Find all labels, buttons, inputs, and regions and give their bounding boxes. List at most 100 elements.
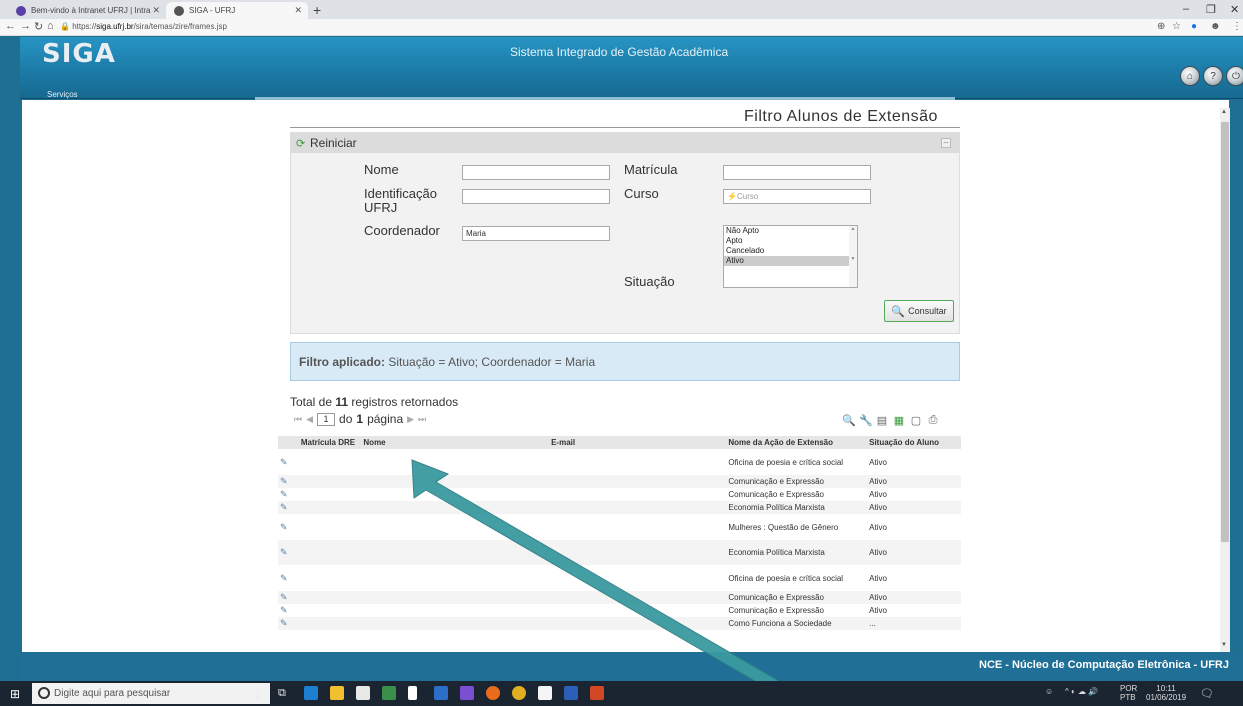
edge-icon[interactable] [304, 686, 318, 700]
app-icon[interactable] [564, 686, 578, 700]
view-icon[interactable]: ✎ [278, 449, 299, 475]
logout-icon[interactable]: ⏻ [1226, 66, 1243, 86]
services-menu[interactable]: Serviços [47, 90, 78, 99]
table-row[interactable]: ✎ Economia Política Marxista Ativo [278, 540, 961, 565]
situacao-option[interactable]: Não Apto [724, 226, 857, 236]
taskbar-search[interactable]: Digite aqui para pesquisar [32, 683, 270, 704]
curso-input[interactable]: ⚡Curso [723, 189, 871, 204]
mail-icon[interactable] [538, 686, 552, 700]
browser-tab-siga[interactable]: SIGA - UFRJ ✕ [166, 2, 308, 19]
page-scrollbar[interactable]: ▲ ▼ [1220, 108, 1230, 652]
file-explorer-icon[interactable] [330, 686, 344, 700]
app-icon[interactable] [382, 686, 396, 700]
clock[interactable]: 10:11 01/06/2019 [1146, 684, 1186, 702]
notepad-icon[interactable] [408, 686, 417, 700]
last-page-icon[interactable]: ⏭ [418, 414, 426, 425]
view-icon[interactable]: ✎ [278, 475, 299, 488]
menu-icon[interactable]: ⋮ [1232, 21, 1242, 32]
extension-icon[interactable]: ● [1191, 21, 1197, 32]
scroll-up-icon[interactable]: ▲ [1221, 109, 1227, 115]
photos-icon[interactable] [434, 686, 448, 700]
wrench-icon[interactable]: 🔧 [859, 414, 873, 427]
table-row[interactable]: ✎ Oficina de poesia e crítica social Ati… [278, 565, 961, 591]
view-icon[interactable]: ✎ [278, 617, 299, 630]
export-doc-icon[interactable]: ▢ [910, 414, 922, 427]
next-page-icon[interactable]: ▶ [407, 414, 414, 425]
reset-link[interactable]: Reiniciar [310, 136, 357, 150]
language-indicator[interactable]: POR PTB [1120, 684, 1137, 702]
firefox-icon[interactable] [486, 686, 500, 700]
tray-icons[interactable]: ^ ◐ ☁ 🔊 [1065, 687, 1098, 696]
view-icon[interactable]: ✎ [278, 591, 299, 604]
table-row[interactable]: ✎ Como Funciona a Sociedade ... [278, 617, 961, 630]
view-icon[interactable]: ✎ [278, 514, 299, 540]
identificacao-label-2: UFRJ [364, 200, 398, 215]
mic-icon[interactable]: 🎙 [250, 687, 264, 700]
column-header[interactable]: Nome da Ação de Extensão [726, 436, 868, 449]
close-window-icon[interactable]: ✕ [1230, 3, 1239, 16]
first-page-icon[interactable]: ⏮ [294, 414, 302, 425]
table-row[interactable]: ✎ Comunicação e Expressão Ativo [278, 591, 961, 604]
app-icon[interactable] [590, 686, 604, 700]
view-icon[interactable]: ✎ [278, 540, 299, 565]
table-row[interactable]: ✎ Oficina de poesia e crítica social Ati… [278, 449, 961, 475]
profile-icon[interactable]: ☻ [1210, 21, 1221, 32]
close-tab-icon[interactable]: ✕ [294, 5, 302, 16]
column-header[interactable]: Nome [361, 436, 550, 449]
home-icon[interactable]: ⌂ [47, 20, 54, 32]
view-icon[interactable]: ✎ [278, 565, 299, 591]
browser-tab-intranet[interactable]: Bem-vindo à Intranet UFRJ | Intra ✕ [8, 2, 166, 19]
identificacao-input[interactable] [462, 189, 610, 204]
column-header[interactable]: Situação do Aluno [867, 436, 961, 449]
export-excel-icon[interactable]: ▦ [893, 414, 905, 427]
table-row[interactable]: ✎ Mulheres : Questão de Gênero Ativo [278, 514, 961, 540]
maximize-icon[interactable]: ❐ [1206, 3, 1216, 16]
view-icon[interactable]: ✎ [278, 488, 299, 501]
table-row[interactable]: ✎ Comunicação e Expressão Ativo [278, 475, 961, 488]
zoom-icon[interactable]: ⊕ [1157, 21, 1165, 32]
forward-icon[interactable]: → [20, 20, 31, 32]
minimize-icon[interactable]: – [1183, 3, 1189, 15]
situacao-listbox[interactable]: Não Apto Apto Cancelado Ativo ▲ ▼ [723, 225, 858, 288]
home-icon[interactable]: ⌂ [1180, 66, 1200, 86]
collapse-icon[interactable]: – [941, 138, 951, 148]
refresh-icon[interactable]: ⟳ [296, 137, 305, 150]
chrome-icon[interactable] [512, 686, 526, 700]
prev-page-icon[interactable]: ◀ [306, 414, 313, 425]
new-tab-icon[interactable]: + [313, 2, 321, 18]
column-header[interactable]: E-mail [549, 436, 727, 449]
situacao-option-selected[interactable]: Ativo [724, 256, 857, 266]
star-icon[interactable]: ☆ [1172, 21, 1181, 32]
table-row[interactable]: ✎ Comunicação e Expressão Ativo [278, 604, 961, 617]
people-icon[interactable]: ☺ [1045, 687, 1053, 696]
notifications-icon[interactable]: 🗨 [1200, 687, 1214, 700]
export-pdf-icon[interactable]: ▤ [876, 414, 888, 427]
main-content: Filtro Alunos de Extensão ⟳ Reiniciar – … [22, 100, 1229, 652]
help-icon[interactable]: ? [1203, 66, 1223, 86]
store-icon[interactable] [356, 686, 370, 700]
coordenador-input[interactable]: Maria [462, 226, 610, 241]
scrollbar-thumb[interactable] [1221, 122, 1229, 542]
listbox-scrollbar[interactable]: ▲ ▼ [849, 226, 857, 287]
scroll-down-icon[interactable]: ▼ [1221, 642, 1227, 648]
windows-start-icon[interactable]: ⊞ [10, 687, 24, 701]
table-row[interactable]: ✎ Economia Política Marxista Ativo [278, 501, 961, 514]
print-icon[interactable]: ⎙ [927, 414, 939, 427]
reload-icon[interactable]: ↻ [34, 20, 43, 33]
matricula-input[interactable] [723, 165, 871, 180]
close-tab-icon[interactable]: ✕ [152, 5, 160, 16]
consultar-button[interactable]: 🔍 Consultar [884, 300, 954, 322]
nome-input[interactable] [462, 165, 610, 180]
view-icon[interactable]: ✎ [278, 501, 299, 514]
search-icon[interactable]: 🔍 [842, 414, 856, 427]
view-icon[interactable]: ✎ [278, 604, 299, 617]
back-icon[interactable]: ← [5, 20, 16, 32]
situacao-option[interactable]: Cancelado [724, 246, 857, 256]
url-field[interactable]: 🔒 https://siga.ufrj.br/sira/temas/zire/f… [60, 22, 227, 31]
task-view-icon[interactable]: ⧉ [278, 687, 286, 700]
table-row[interactable]: ✎ Comunicação e Expressão Ativo [278, 488, 961, 501]
page-number-input[interactable]: 1 [317, 412, 336, 426]
app-icon[interactable] [460, 686, 474, 700]
situacao-option[interactable]: Apto [724, 236, 857, 246]
column-header[interactable]: Matrícula DRE [298, 436, 362, 449]
